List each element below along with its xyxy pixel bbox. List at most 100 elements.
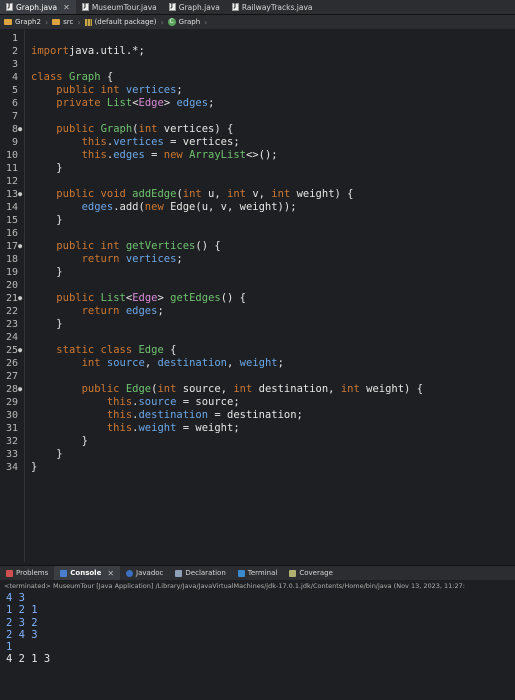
code-line: 28● public Edge(int source, int destinat… xyxy=(0,383,423,396)
tab-label: Console xyxy=(70,569,102,577)
code-line: 26 int source, destination, weight; xyxy=(0,357,423,370)
code-token: edges xyxy=(125,305,158,317)
code-token: public int xyxy=(56,84,120,96)
tab-graph-java-2[interactable]: Graph.java xyxy=(163,0,226,14)
code-token: source xyxy=(138,396,177,408)
code-token: public void xyxy=(56,188,126,200)
bottom-panel-tabs: Problems Console ✕ Javadoc Declaration T… xyxy=(0,565,515,580)
code-line: 10 this.edges = new ArrayList<>(); xyxy=(0,149,423,162)
code-token: , xyxy=(227,357,240,369)
breadcrumb-package[interactable]: (default package) xyxy=(84,18,156,26)
tab-label: Graph.java xyxy=(16,2,58,12)
line-number: 14 xyxy=(5,202,18,213)
tab-label: Declaration xyxy=(185,569,226,577)
code-text: importjava.util.*; xyxy=(24,45,145,57)
code-token: <>(); xyxy=(245,149,278,161)
line-number: 4 xyxy=(11,72,18,83)
console-input-line: 1 2 1 xyxy=(6,604,38,617)
close-icon[interactable]: ✕ xyxy=(107,569,114,578)
code-token: import xyxy=(31,45,69,57)
code-line: 30 this.destination = destination; xyxy=(0,409,423,422)
code-text: public void addEdge(int u, int v, int we… xyxy=(24,188,353,200)
coverage-icon xyxy=(289,569,297,577)
code-token: int xyxy=(233,383,253,395)
tab-railwaytracks-java[interactable]: RailwayTracks.java xyxy=(226,0,319,14)
code-token: weight) { xyxy=(359,383,424,395)
tab-console[interactable]: Console ✕ xyxy=(54,566,121,580)
code-text: } xyxy=(24,435,88,447)
line-number: 5 xyxy=(11,85,18,96)
tab-declaration[interactable]: Declaration xyxy=(169,566,231,580)
code-token: int xyxy=(271,188,291,200)
code-text: static class Edge { xyxy=(24,344,176,356)
line-number: 16 xyxy=(5,228,18,239)
code-line: 34} xyxy=(0,461,423,474)
code-token: static class xyxy=(56,344,133,356)
breadcrumb-label: src xyxy=(63,18,74,26)
code-token: class xyxy=(31,71,69,83)
code-token: edges xyxy=(113,149,145,161)
line-number: 20 xyxy=(5,280,18,291)
code-line: 8● public Graph(int vertices) { xyxy=(0,123,423,136)
breadcrumb-src[interactable]: src xyxy=(52,18,73,26)
console-icon xyxy=(60,569,68,577)
code-token: weight xyxy=(138,422,177,434)
code-token: () { xyxy=(220,292,247,304)
code-line: 27 xyxy=(0,370,423,383)
tab-graph-java[interactable]: Graph.java ✕ xyxy=(0,0,76,14)
code-token: edges xyxy=(176,97,209,109)
code-token: destination xyxy=(157,357,228,369)
tab-javadoc[interactable]: Javadoc xyxy=(120,566,169,580)
breadcrumb-class[interactable]: C Graph xyxy=(167,18,200,26)
code-text: this.weight = weight; xyxy=(24,422,240,434)
breadcrumb: Graph2 › src › (default package) › C Gra… xyxy=(0,15,515,29)
code-token: { xyxy=(163,344,177,356)
code-token: this xyxy=(106,409,133,421)
tab-label: Coverage xyxy=(299,569,333,577)
code-token: = vertices; xyxy=(163,136,240,148)
code-token: Edge xyxy=(138,97,164,109)
code-token: source, xyxy=(176,383,234,395)
code-token: int xyxy=(182,188,202,200)
console-input-line: 1 xyxy=(6,641,13,654)
code-line: 7 xyxy=(0,110,423,123)
code-token: public int xyxy=(56,240,120,252)
code-line: 31 this.weight = weight; xyxy=(0,422,423,435)
chevron-right-icon: › xyxy=(160,17,164,27)
tab-museumtour-java[interactable]: MuseumTour.java xyxy=(76,0,163,14)
console-input-line: 4 3 xyxy=(6,592,25,604)
line-number: 31 xyxy=(5,423,18,434)
line-number: 27 xyxy=(5,371,18,382)
class-icon: C xyxy=(167,18,176,26)
code-token: Edge xyxy=(138,344,164,356)
tab-problems[interactable]: Problems xyxy=(0,566,54,580)
code-line: 18 return vertices; xyxy=(0,253,423,266)
code-token: addEdge xyxy=(132,188,177,200)
code-line: 12 xyxy=(0,175,423,188)
code-token: } xyxy=(31,461,38,473)
console-output[interactable]: 4 31 2 12 3 22 4 314 2 1 3 xyxy=(0,592,515,700)
code-token: Edge xyxy=(125,383,152,395)
code-token: this xyxy=(81,136,107,148)
code-token: java.util.*; xyxy=(68,45,145,57)
line-number: 15 xyxy=(5,215,18,226)
tab-coverage[interactable]: Coverage xyxy=(283,566,339,580)
code-editor[interactable]: 1 2 importjava.util.*; 3 4 class Graph {5 pub… xyxy=(0,30,515,562)
terminal-icon xyxy=(237,569,245,577)
code-line: 17● public int getVertices() { xyxy=(0,240,423,253)
code-token: > xyxy=(163,97,177,109)
code-token: ; xyxy=(176,253,183,265)
breadcrumb-project[interactable]: Graph2 xyxy=(4,18,41,26)
code-token: , xyxy=(144,357,158,369)
code-line: 1 xyxy=(0,32,423,45)
close-icon[interactable]: ✕ xyxy=(63,3,70,12)
code-token: new xyxy=(144,201,164,213)
code-token: vertices xyxy=(125,253,177,265)
code-text: public Edge(int source, int destination,… xyxy=(24,383,423,395)
tab-terminal[interactable]: Terminal xyxy=(232,566,284,580)
